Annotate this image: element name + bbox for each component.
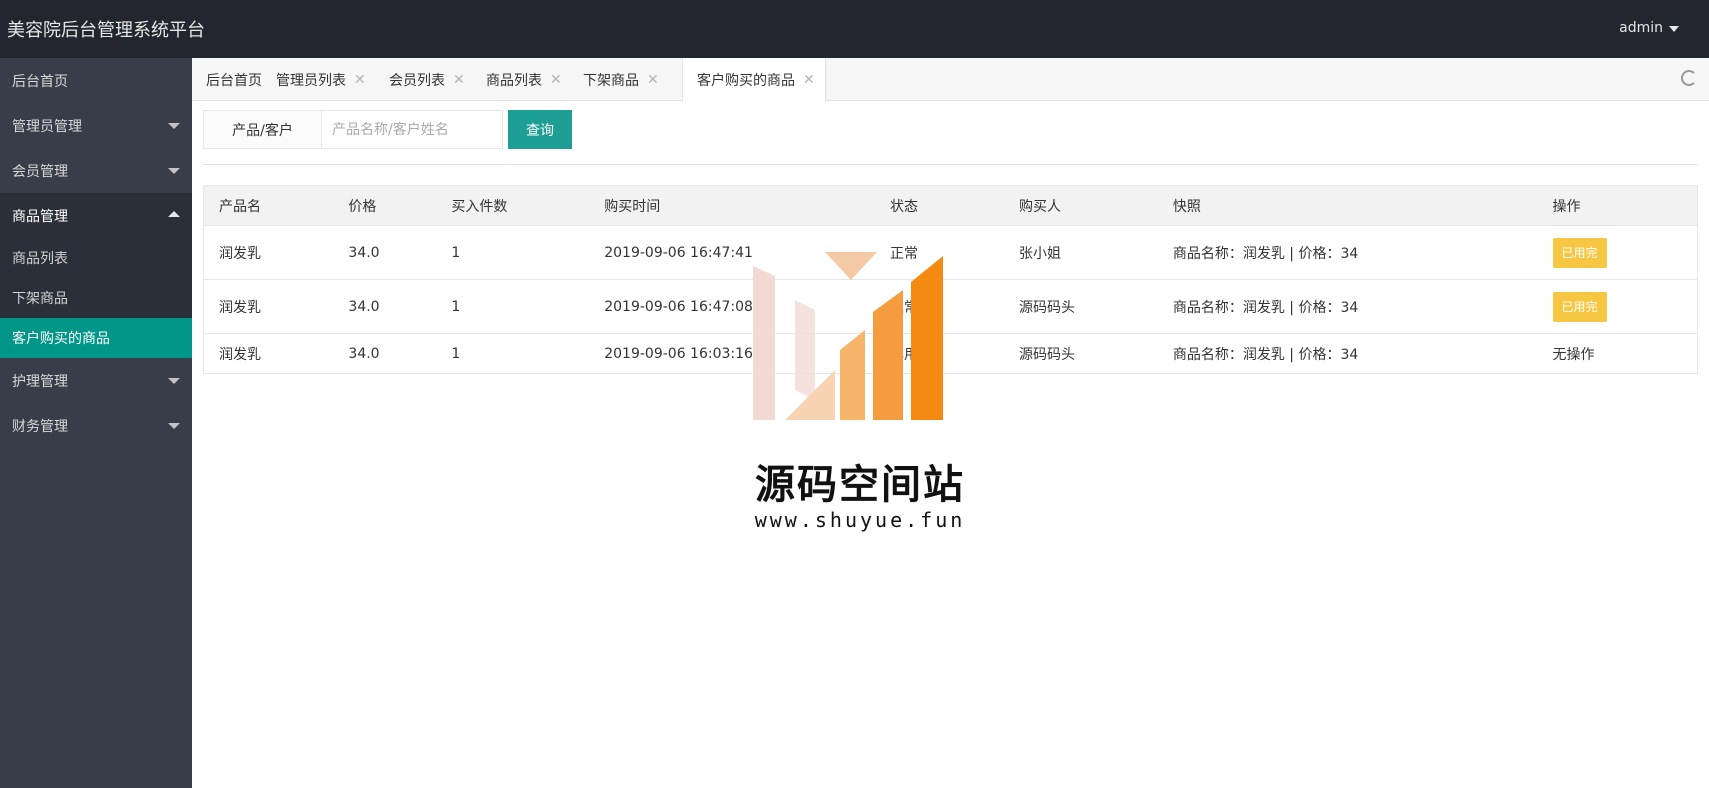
watermark-url: www.shuyue.fun	[754, 508, 966, 532]
sidebar-item-label: 后台首页	[12, 73, 68, 90]
tab-customer-purchases[interactable]: 客户购买的商品 ✕	[682, 58, 826, 102]
app-title: 美容院后台管理系统平台	[7, 20, 205, 41]
close-icon[interactable]: ✕	[803, 72, 815, 88]
tab-label: 客户购买的商品	[697, 73, 795, 89]
chevron-down-icon	[168, 378, 180, 384]
cell-buyer: 张小姐	[1003, 225, 1158, 280]
search-input[interactable]	[322, 110, 503, 149]
close-icon[interactable]: ✕	[354, 72, 366, 88]
cell-snapshot: 商品名称：润发乳 | 价格：34	[1157, 279, 1538, 334]
cell-price: 34.0	[333, 225, 437, 280]
cell-action: 无操作	[1537, 333, 1698, 374]
cell-product: 润发乳	[203, 279, 334, 334]
cell-action: 已用完	[1537, 225, 1698, 280]
cell-buyer: 源码码头	[1003, 279, 1158, 334]
search-form: 产品/客户 查询	[203, 110, 572, 149]
sidebar-item-member-management[interactable]: 会员管理	[0, 148, 192, 193]
tab-label: 商品列表	[486, 72, 542, 89]
chevron-up-icon	[168, 211, 180, 217]
close-icon[interactable]: ✕	[453, 72, 465, 88]
column-header: 购买时间	[589, 185, 876, 226]
column-header: 买入件数	[436, 185, 590, 226]
chevron-down-icon	[168, 423, 180, 429]
cell-qty: 1	[436, 279, 590, 334]
sidebar-subitem-label: 下架商品	[12, 291, 68, 307]
sidebar-item-care-management[interactable]: 护理管理	[0, 358, 192, 403]
used-up-button[interactable]: 已用完	[1552, 237, 1607, 268]
chevron-down-icon	[168, 168, 180, 174]
table-header-row: 产品名 价格 买入件数 购买时间 状态 购买人 快照 操作	[203, 185, 1698, 226]
watermark-logo-icon	[753, 252, 943, 420]
column-header: 快照	[1157, 185, 1538, 226]
sidebar-item-label: 财务管理	[12, 418, 68, 435]
sidebar-subitem-customer-purchases[interactable]: 客户购买的商品	[0, 318, 192, 358]
watermark: 源码空间站 www.shuyue.fun	[745, 250, 975, 540]
tab-bar: 后台首页 管理员列表 ✕ 会员列表 ✕ 商品列表 ✕ 下架商品 ✕ 客户购买的商…	[192, 58, 1709, 102]
product-submenu: 商品列表 下架商品 客户购买的商品	[0, 238, 192, 358]
search-button[interactable]: 查询	[508, 110, 572, 149]
sidebar-item-label: 会员管理	[12, 163, 68, 180]
sidebar-subitem-product-list[interactable]: 商品列表	[0, 238, 192, 278]
divider	[203, 164, 1698, 165]
username: admin	[1619, 20, 1663, 36]
cell-qty: 1	[436, 333, 590, 374]
search-label: 产品/客户	[203, 110, 322, 149]
cell-product: 润发乳	[203, 333, 334, 374]
tab-admin-list[interactable]: 管理员列表 ✕	[262, 58, 366, 101]
tab-label: 管理员列表	[276, 72, 346, 89]
sidebar-item-admin-management[interactable]: 管理员管理	[0, 103, 192, 148]
cell-snapshot: 商品名称：润发乳 | 价格：34	[1157, 225, 1538, 280]
used-up-button[interactable]: 已用完	[1552, 291, 1607, 322]
column-header: 价格	[333, 185, 437, 226]
sidebar-item-home[interactable]: 后台首页	[0, 58, 192, 103]
tab-member-list[interactable]: 会员列表 ✕	[375, 58, 465, 101]
watermark-title: 源码空间站	[755, 462, 965, 508]
chevron-down-icon	[168, 123, 180, 129]
sidebar-subitem-label: 客户购买的商品	[12, 331, 110, 347]
column-header: 操作	[1537, 185, 1698, 226]
cell-snapshot: 商品名称：润发乳 | 价格：34	[1157, 333, 1538, 374]
column-header: 购买人	[1003, 185, 1158, 226]
cell-buyer: 源码码头	[1003, 333, 1158, 374]
tab-delisted-products[interactable]: 下架商品 ✕	[569, 58, 659, 101]
tab-label: 后台首页	[206, 72, 262, 89]
tab-label: 会员列表	[389, 72, 445, 89]
sidebar-item-label: 管理员管理	[12, 118, 82, 135]
tab-label: 下架商品	[583, 72, 639, 89]
cell-action: 已用完	[1537, 279, 1698, 334]
cell-qty: 1	[436, 225, 590, 280]
top-header: 美容院后台管理系统平台 admin	[0, 0, 1709, 58]
close-icon[interactable]: ✕	[550, 72, 562, 88]
tab-product-list[interactable]: 商品列表 ✕	[472, 58, 562, 101]
column-header: 产品名	[203, 185, 334, 226]
close-icon[interactable]: ✕	[647, 72, 659, 88]
cell-price: 34.0	[333, 333, 437, 374]
user-menu[interactable]: admin	[1619, 20, 1679, 36]
tab-home[interactable]: 后台首页	[192, 58, 262, 101]
chevron-down-icon	[1669, 26, 1679, 32]
column-header: 状态	[875, 185, 1004, 226]
cell-product: 润发乳	[203, 225, 334, 280]
cell-price: 34.0	[333, 279, 437, 334]
sidebar-item-finance-management[interactable]: 财务管理	[0, 403, 192, 448]
sidebar: 后台首页 管理员管理 会员管理 商品管理 商品列表 下架商品 客户购买的商品 护…	[0, 58, 192, 788]
sidebar-subitem-delisted-products[interactable]: 下架商品	[0, 278, 192, 318]
sidebar-subitem-label: 商品列表	[12, 251, 68, 267]
sidebar-item-product-management[interactable]: 商品管理	[0, 193, 192, 238]
refresh-icon[interactable]	[1681, 70, 1697, 86]
sidebar-item-label: 护理管理	[12, 373, 68, 390]
sidebar-item-label: 商品管理	[12, 208, 68, 225]
